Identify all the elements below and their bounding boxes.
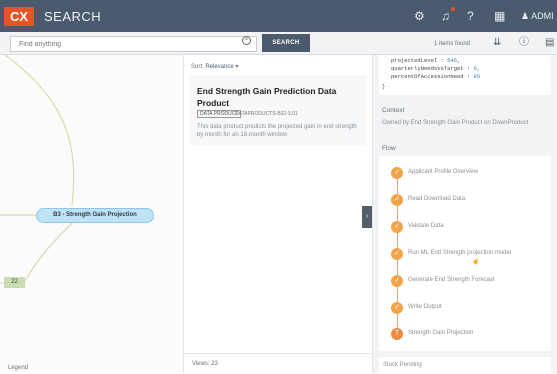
search-button[interactable]: SEARCH <box>262 34 310 52</box>
mouse-cursor-icon: ☝ <box>472 259 480 265</box>
code-line: projectedLevel : 546, <box>391 57 461 64</box>
flow-step[interactable]: T Strength Gain Projection <box>391 328 551 342</box>
search-bar: × SEARCH 1 items found ⇊ ⓘ ▤ <box>0 32 557 87</box>
top-bar: CX SEARCH ⚙ ♫ ? ▦ ♟ ADMI <box>0 0 557 32</box>
info-icon[interactable]: ⓘ <box>519 38 529 48</box>
search-input[interactable] <box>10 36 257 52</box>
help-icon[interactable]: ? <box>467 10 474 22</box>
check-icon: ✓ <box>391 194 403 206</box>
flow-step-label: Read Download Data <box>408 196 466 202</box>
apps-grid-icon[interactable]: ▦ <box>494 10 505 22</box>
sort-label: Sort: <box>191 64 204 70</box>
check-icon: ✓ <box>391 221 403 233</box>
code-closing-brace: } <box>382 83 386 90</box>
settings-gear-icon[interactable]: ⚙ <box>414 10 425 22</box>
flow-step-label: Strength Gain Projection <box>408 330 474 336</box>
flow-step[interactable]: ✓ Read Download Data <box>391 194 551 208</box>
views-footer: Views: 23 <box>184 353 372 373</box>
target-icon: T <box>391 328 403 340</box>
result-id: DATAPRODUCTS-B32-3.01 <box>235 111 298 117</box>
panel-layout-icon[interactable]: ▤ <box>545 38 554 48</box>
context-text: Owned by End Strength Gain Product on Do… <box>382 120 529 126</box>
flow-step[interactable]: ✓ Write Output <box>391 302 551 316</box>
notification-badge <box>451 7 455 11</box>
clear-search-icon[interactable]: × <box>242 36 251 45</box>
result-title[interactable]: End Strength Gain Prediction Data Produc… <box>197 85 347 109</box>
flow-step-label: Write Output <box>408 304 442 310</box>
user-menu[interactable]: ♟ ADMI <box>521 11 554 22</box>
flow-step[interactable]: ✓ Applicant Profile Overview <box>391 167 551 181</box>
views-label: Views: <box>192 361 210 367</box>
detail-panel: projectedLevel : 546, quarterlyNeedsVsTa… <box>373 55 557 373</box>
user-name: ADMI <box>531 11 554 21</box>
items-found-count: 1 items found <box>434 41 471 47</box>
views-count: 23 <box>211 361 218 367</box>
flow-step[interactable]: ✓ Generate End Strength Forecast <box>391 275 551 289</box>
bottom-section-header[interactable]: Stock Pending <box>379 357 551 373</box>
chevron-down-icon: ▾ <box>235 64 239 70</box>
legend-label[interactable]: Legend <box>8 365 28 371</box>
graph-node-strength-gain[interactable]: B3 - Strength Gain Projection <box>36 208 154 223</box>
results-panel: Sort: Relevance ▾ End Strength Gain Pred… <box>183 55 373 373</box>
app-logo[interactable]: CX <box>4 7 34 26</box>
app-title: SEARCH <box>44 9 102 24</box>
check-icon: ✓ <box>391 248 403 260</box>
sort-control[interactable]: Sort: Relevance ▾ <box>191 63 238 70</box>
user-icon: ♟ <box>521 11 532 21</box>
flow-title: Flow <box>382 145 396 152</box>
collapse-panel-button[interactable]: › <box>362 206 372 228</box>
flow-step-label: Applicant Profile Overview <box>408 169 479 175</box>
check-icon: ✓ <box>391 167 403 179</box>
result-description: This data product predicts the projected… <box>197 124 357 138</box>
code-line: quarterlyNeedsVsTarget : 0, <box>391 65 481 72</box>
context-title: Context <box>382 107 405 114</box>
check-icon: ✓ <box>391 275 403 287</box>
sort-value[interactable]: Relevance <box>205 64 233 70</box>
filter-icon[interactable]: ⇊ <box>493 38 501 48</box>
flow-step-label: Generate End Strength Forecast <box>408 277 495 283</box>
code-line: percentOfAccessionNeed : 85 <box>391 73 481 80</box>
graph-node-tag[interactable]: 22 <box>4 277 25 288</box>
flow-step-label: Validate Data <box>408 223 444 229</box>
flow-step[interactable]: ✓ Validate Data <box>391 221 551 235</box>
graph-panel[interactable]: B3 - Strength Gain Projection 22 Legend <box>0 55 183 373</box>
check-icon: ✓ <box>391 302 403 314</box>
flow-step[interactable]: ✓ Run ML End Strength projection model ☝ <box>391 248 551 265</box>
flow-step-label: Run ML End Strength projection model <box>408 250 512 256</box>
notification-bell-icon[interactable]: ♫ <box>441 7 455 22</box>
